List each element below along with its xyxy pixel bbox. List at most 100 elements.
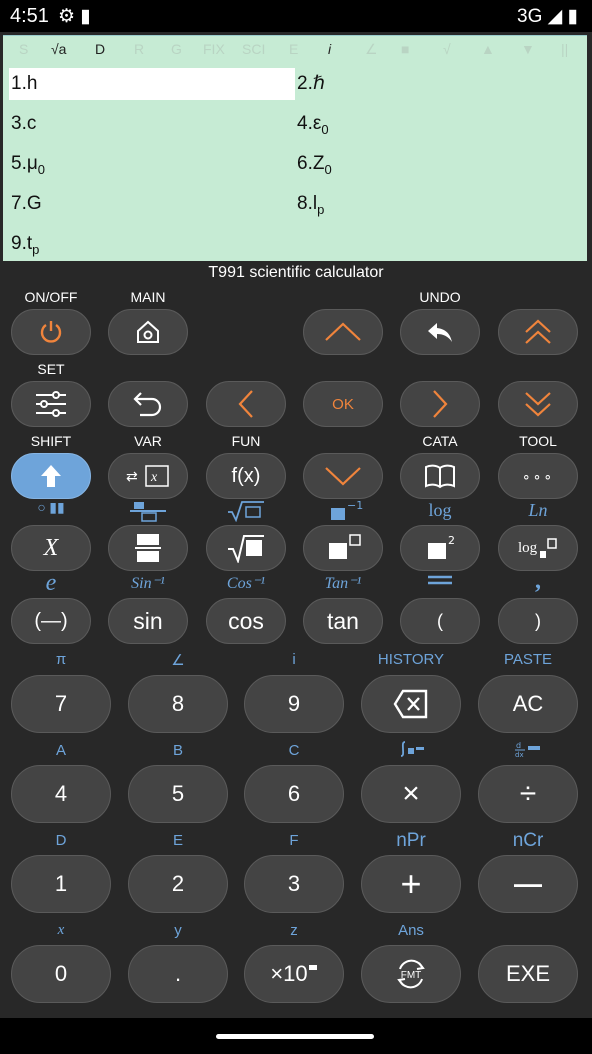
negative-button[interactable]: (—) — [11, 598, 91, 644]
format-button[interactable]: FMT — [361, 945, 461, 1003]
key-8[interactable]: 8 — [128, 675, 228, 733]
variable-x-button[interactable]: X — [11, 525, 91, 571]
double-chevron-down-icon — [525, 392, 551, 417]
open-paren-button[interactable]: ( — [400, 598, 480, 644]
label-tool: TOOL — [519, 433, 557, 449]
label-atan: Tan⁻¹ — [324, 575, 362, 592]
indicator-down: ▼ — [521, 41, 535, 57]
indicator-e: E — [289, 41, 299, 57]
key-7[interactable]: 7 — [11, 675, 111, 733]
format-cycle-icon: FMT — [397, 959, 425, 989]
minus-button[interactable]: — — [478, 855, 578, 913]
label-onoff: ON/OFF — [24, 289, 78, 305]
fraction-button[interactable] — [108, 525, 188, 571]
power-button[interactable] — [11, 309, 91, 355]
indicator-d: D — [95, 41, 106, 57]
home-gesture-bar[interactable] — [216, 1034, 374, 1039]
left-arrow-button[interactable] — [206, 381, 286, 427]
label-set: SET — [37, 361, 65, 377]
tan-button[interactable]: tan — [303, 598, 383, 644]
logb-button[interactable]: log — [498, 525, 578, 571]
label-ans: Ans — [398, 922, 424, 939]
undo-icon — [428, 323, 452, 342]
key-9[interactable]: 9 — [244, 675, 344, 733]
constant-item[interactable]: 8.lp — [295, 188, 581, 220]
key-1[interactable]: 1 — [11, 855, 111, 913]
key-3[interactable]: 3 — [244, 855, 344, 913]
indicator-fix: FIX — [203, 41, 225, 57]
key-0[interactable]: 0 — [11, 945, 111, 1003]
constant-item[interactable]: 4.ε0 — [295, 108, 581, 140]
main-button[interactable] — [108, 309, 188, 355]
up-arrow-button[interactable] — [303, 309, 383, 355]
constant-item[interactable]: 7.G — [9, 188, 295, 220]
indicator-s: S — [19, 41, 29, 57]
indicator-g: G — [171, 41, 182, 57]
indicator-bar: S √a D R G FIX SCI E i ∠ ■ √ ▲ ▼ || — [3, 39, 587, 61]
key-6[interactable]: 6 — [244, 765, 344, 823]
label-c: C — [288, 742, 300, 759]
back-button[interactable] — [108, 381, 188, 427]
exp10-button[interactable]: ×10 — [244, 945, 344, 1003]
indicator-sci: SCI — [242, 41, 266, 57]
label-integral — [361, 740, 461, 758]
constant-item[interactable]: 1.h — [9, 68, 295, 100]
key-4[interactable]: 4 — [11, 765, 111, 823]
down-arrow-button[interactable] — [303, 453, 383, 499]
label-y: y — [174, 922, 182, 939]
right-arrow-button[interactable] — [400, 381, 480, 427]
label-mixed-fraction — [100, 500, 196, 522]
close-paren-button[interactable]: ) — [498, 598, 578, 644]
var-button[interactable]: ⇄ x — [108, 453, 188, 499]
label-var: VAR — [134, 433, 162, 449]
constant-item[interactable]: 6.Z0 — [295, 148, 581, 180]
all-clear-button[interactable]: AC — [478, 675, 578, 733]
catalog-button[interactable] — [400, 453, 480, 499]
sin-button[interactable]: sin — [108, 598, 188, 644]
key-5[interactable]: 5 — [128, 765, 228, 823]
label-undo: UNDO — [419, 289, 461, 305]
label-d: D — [55, 832, 67, 849]
divide-button[interactable]: ÷ — [478, 765, 578, 823]
navigation-bar — [0, 1018, 592, 1054]
label-root — [198, 500, 294, 522]
execute-button[interactable]: EXE — [478, 945, 578, 1003]
constant-item[interactable]: 2.ℏ — [295, 68, 581, 100]
log-base-icon: log — [518, 538, 557, 558]
constant-item[interactable]: 5.μ0 — [9, 148, 295, 180]
nth-root-icon — [228, 501, 264, 522]
label-paste: PASTE — [503, 651, 553, 668]
indicator-i: i — [328, 41, 332, 57]
power-xy-button[interactable] — [303, 525, 383, 571]
plus-button[interactable]: + — [361, 855, 461, 913]
shift-button[interactable] — [11, 453, 91, 499]
label-npr: nPr — [396, 830, 426, 851]
label-inverse: −1 — [295, 500, 391, 522]
delete-button[interactable] — [361, 675, 461, 733]
undo-button[interactable] — [400, 309, 480, 355]
sqrt-button[interactable] — [206, 525, 286, 571]
ok-button[interactable]: OK — [303, 381, 383, 427]
tool-button[interactable]: ∘∘∘ — [498, 453, 578, 499]
indicator-up: ▲ — [481, 41, 495, 57]
svg-text:2: 2 — [448, 534, 455, 547]
indicator-r: R — [134, 41, 145, 57]
cos-button[interactable]: cos — [206, 598, 286, 644]
constant-item[interactable]: 9.tp — [9, 228, 295, 260]
fraction-icon — [135, 534, 161, 562]
page-up-button[interactable] — [498, 309, 578, 355]
label-reciprocal: ○ ▮▮ — [37, 501, 65, 516]
label-fun: FUN — [231, 433, 261, 449]
multiply-button[interactable]: × — [361, 765, 461, 823]
page-down-button[interactable] — [498, 381, 578, 427]
label-acos: Cos⁻¹ — [226, 575, 266, 592]
settings-button[interactable] — [11, 381, 91, 427]
key-2[interactable]: 2 — [128, 855, 228, 913]
square-button[interactable]: 2 — [400, 525, 480, 571]
decimal-button[interactable]: . — [128, 945, 228, 1003]
status-network: 3G ◢ ▮ — [517, 6, 578, 27]
function-button[interactable]: f(x) — [206, 453, 286, 499]
constant-item[interactable]: 3.c — [9, 108, 295, 140]
indicator-square: ■ — [401, 41, 410, 57]
label-ncr: nCr — [512, 830, 544, 851]
